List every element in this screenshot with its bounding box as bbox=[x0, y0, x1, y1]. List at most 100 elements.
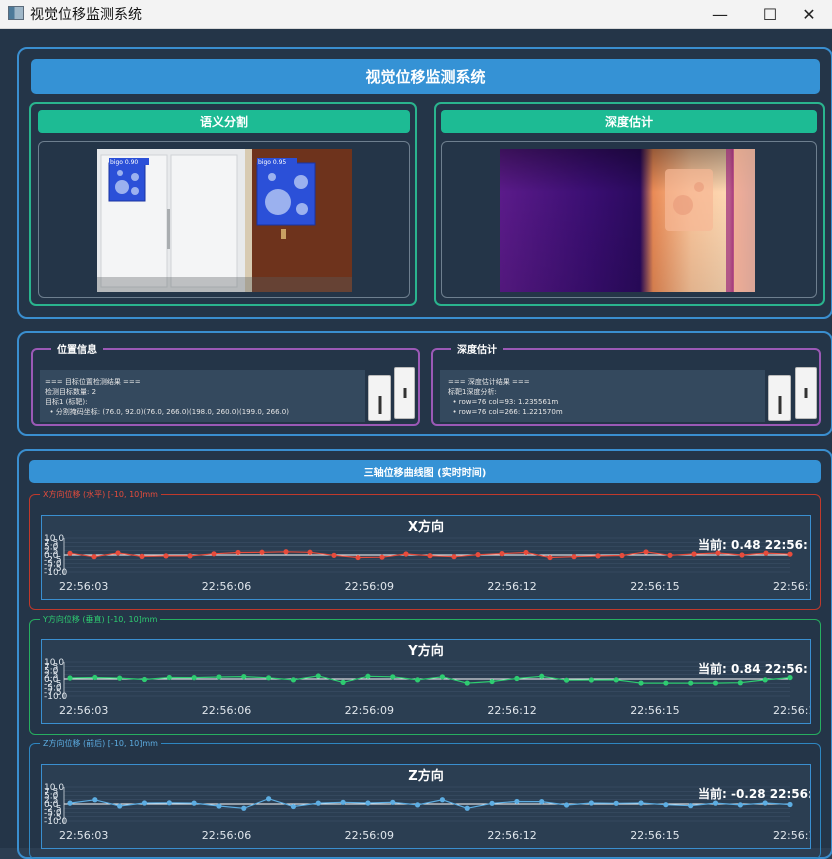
x-tick-label: 22:56:15 bbox=[630, 580, 679, 593]
x-chart-box: 10.0 7.5 5.0 2.5 0.0 -2.5 -5.0 -7.5 -10.0 22:56:0… bbox=[41, 515, 815, 600]
y-chart-legend: Y方向位移 (垂直) [-10, 10]mm bbox=[40, 614, 161, 625]
data-point bbox=[259, 549, 265, 555]
data-point bbox=[290, 803, 297, 810]
data-point bbox=[787, 551, 793, 557]
x-tick-label: 22:56:09 bbox=[345, 704, 394, 717]
data-point bbox=[290, 677, 297, 683]
data-point bbox=[365, 800, 371, 806]
data-point bbox=[613, 677, 619, 683]
depth-info-title: 深度估计 bbox=[451, 341, 503, 356]
data-point bbox=[92, 797, 98, 803]
data-point bbox=[762, 800, 768, 806]
chart-title: Y方向 bbox=[407, 643, 443, 659]
data-point bbox=[762, 677, 768, 683]
data-point bbox=[266, 675, 272, 681]
data-point bbox=[663, 802, 669, 808]
window-title: 视觉位移监测系统 bbox=[30, 7, 142, 23]
position-line-1: === 目标位置检测结果 === bbox=[45, 378, 141, 386]
depth-line-2: 标靶1深度分析: bbox=[448, 388, 497, 396]
data-point bbox=[390, 674, 396, 680]
position-line-4: • 分割掩码坐标: (76.0, 92.0)(76.0, 266.0)(198.… bbox=[45, 408, 289, 416]
data-point bbox=[166, 800, 172, 806]
data-point bbox=[489, 678, 495, 685]
x-tick-label: 22:56:1 bbox=[773, 704, 810, 717]
data-point bbox=[563, 677, 570, 683]
data-point bbox=[115, 550, 121, 556]
chart-title: Z方向 bbox=[408, 768, 443, 784]
y-chart-box: 10.0 7.5 5.0 2.5 0.0 -2.5 -5.0 -7.5 -10.0 22:56:0… bbox=[41, 639, 815, 724]
data-point bbox=[307, 549, 313, 555]
position-line-3: 目标1 (标靶): bbox=[45, 398, 88, 406]
x-tick-label: 22:56:03 bbox=[59, 580, 108, 593]
position-scroll-handle[interactable] bbox=[394, 367, 415, 419]
data-point bbox=[166, 674, 172, 681]
close-button[interactable]: ✕ bbox=[786, 0, 832, 28]
data-point bbox=[283, 549, 289, 555]
data-point bbox=[643, 549, 649, 555]
current-value-readout: 当前: -0.28 22:56: bbox=[698, 786, 810, 801]
x-tick-label: 22:56:09 bbox=[345, 580, 394, 593]
position-info-text: === 目标位置检测结果 === 检测目标数量: 2 目标1 (标靶): • 分割掩… bbox=[40, 370, 365, 422]
data-point bbox=[331, 552, 337, 558]
data-point bbox=[315, 800, 321, 806]
data-point bbox=[355, 554, 361, 561]
data-point bbox=[523, 549, 529, 556]
data-point bbox=[739, 552, 745, 558]
minimize-button[interactable]: — bbox=[697, 0, 743, 28]
data-point bbox=[439, 797, 446, 803]
data-point bbox=[499, 551, 505, 557]
data-point bbox=[117, 803, 123, 809]
x-tick-label: 22:56:03 bbox=[59, 829, 108, 842]
data-point bbox=[737, 802, 743, 808]
data-point bbox=[365, 673, 371, 679]
data-point bbox=[315, 673, 321, 679]
data-point bbox=[588, 677, 594, 683]
data-point bbox=[211, 551, 217, 557]
position-info-title: 位置信息 bbox=[51, 341, 103, 356]
position-line-2: 检测目标数量: 2 bbox=[45, 388, 97, 396]
data-point bbox=[688, 803, 694, 809]
data-point bbox=[613, 800, 619, 806]
data-point bbox=[141, 800, 148, 806]
data-point bbox=[92, 674, 98, 681]
data-point bbox=[139, 553, 145, 559]
position-scroll-button[interactable] bbox=[368, 375, 391, 421]
data-point bbox=[464, 680, 470, 686]
x-tick-label: 22:56:15 bbox=[630, 704, 679, 717]
y-tick-label: -10.0 bbox=[44, 692, 68, 702]
z-chart-legend: Z方向位移 (前后) [-10, 10]mm bbox=[40, 738, 161, 749]
data-point bbox=[588, 800, 594, 806]
data-point bbox=[241, 674, 247, 680]
data-point bbox=[712, 800, 719, 806]
header-title: 视觉位移监测系统 bbox=[31, 59, 820, 94]
data-point bbox=[390, 799, 396, 805]
x-chart-legend: X方向位移 (水平) [-10, 10]mm bbox=[40, 489, 161, 500]
data-point bbox=[141, 676, 148, 683]
data-point bbox=[451, 554, 457, 560]
segmentation-title: 语义分割 bbox=[38, 110, 410, 133]
data-point bbox=[67, 550, 73, 556]
current-value-readout: 当前: 0.84 22:56: bbox=[698, 661, 808, 676]
depth-image bbox=[500, 149, 755, 292]
data-point bbox=[737, 680, 743, 686]
data-point bbox=[414, 802, 421, 808]
window-titlebar: 视觉位移监测系统 — ☐ ✕ bbox=[0, 0, 832, 29]
data-point bbox=[475, 552, 481, 558]
segmentation-image: bigo 0.90 bigo 0.95 bbox=[97, 149, 352, 292]
x-tick-label: 22:56:12 bbox=[487, 829, 536, 842]
data-point bbox=[712, 680, 719, 686]
depth-scroll-handle[interactable] bbox=[795, 367, 817, 419]
x-tick-label: 22:56:12 bbox=[487, 704, 536, 717]
data-point bbox=[514, 798, 520, 805]
z-chart-svg: 10.07.55.02.50.0-2.5-5.0-7.5-10.022:56:0… bbox=[44, 768, 815, 842]
data-point bbox=[216, 803, 222, 809]
data-point bbox=[563, 802, 570, 808]
data-point bbox=[619, 552, 625, 559]
x-chart-svg: 10.07.55.02.50.0-2.5-5.0-7.5-10.022:56:0… bbox=[44, 519, 815, 593]
data-point bbox=[191, 675, 197, 681]
depth-line-1: === 深度估计结果 === bbox=[448, 378, 530, 386]
depth-line-4: • row=76 col=266: 1.221570m bbox=[448, 408, 563, 416]
data-point bbox=[340, 679, 346, 685]
depth-scroll-button[interactable] bbox=[768, 375, 791, 421]
data-point bbox=[667, 552, 673, 558]
